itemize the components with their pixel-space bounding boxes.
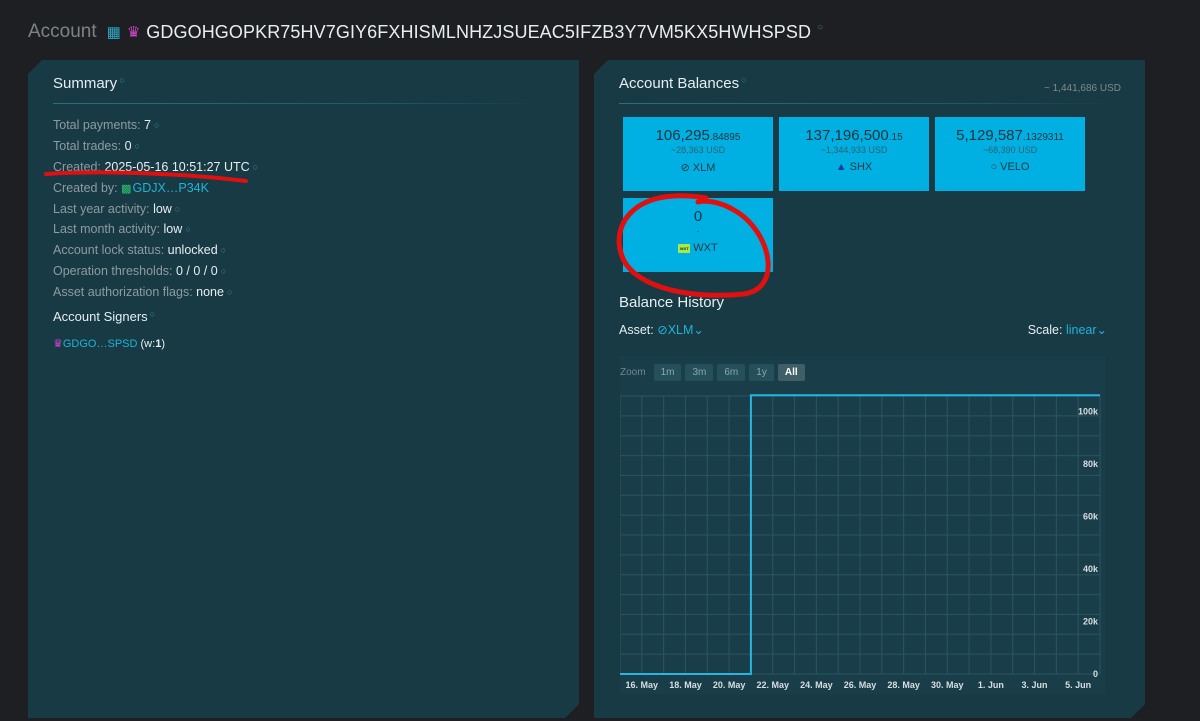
balance-tile-wxt[interactable]: 0 - WXT WXT (623, 198, 773, 272)
tile-code: ○ VELO (990, 161, 1030, 173)
x-tick-label: 5. Jun (1065, 680, 1091, 690)
qr-code-icon[interactable]: ▦ (107, 23, 121, 41)
velo-logo-icon: ○ (990, 161, 998, 173)
signer-link[interactable]: GDGO…SPSD (63, 338, 138, 350)
x-tick-label: 1. Jun (978, 680, 1004, 690)
summary-row-total-payments: Total payments: 7 ○ (53, 118, 160, 132)
zoom-controls: Zoom 1m 3m 6m 1y All (620, 364, 805, 381)
x-tick-label: 26. May (844, 680, 877, 690)
balance-history-title: Balance History (619, 294, 725, 311)
tile-code: ⊘ XLM (680, 161, 716, 174)
scale-selector[interactable]: Scale: linear⌄ (1028, 322, 1107, 337)
summary-list: Total payments: 7 ○ Total trades: 0 ○ Crea… (53, 115, 258, 303)
zoom-1y-button[interactable]: 1y (749, 364, 774, 381)
tile-code: ▲ SHX (835, 161, 873, 173)
info-icon[interactable]: ○ (135, 141, 140, 151)
info-icon[interactable]: ○ (227, 287, 232, 297)
zoom-all-button[interactable]: All (778, 364, 805, 381)
summary-title: Summary ○ (53, 75, 125, 92)
balances-panel: Account Balances ○ ~ 1,441,686 USD 106,29… (594, 60, 1145, 718)
summary-row-created-by: Created by: ▩GDJX…P34K (53, 180, 209, 195)
y-tick-label: 0 (1093, 669, 1098, 679)
balance-tile-shx[interactable]: 137,196,500.15 ~1,344,933 USD ▲ SHX (779, 117, 929, 191)
x-tick-label: 24. May (800, 680, 833, 690)
x-tick-label: 20. May (713, 680, 746, 690)
summary-row-last-year: Last year activity: low ○ (53, 201, 181, 216)
account-id[interactable]: GDGOHGOPKR75HV7GIY6FXHISMLNHZJSUEAC5IFZB… (146, 22, 811, 43)
x-tick-label: 3. Jun (1022, 680, 1048, 690)
tile-amount: 0 (693, 208, 703, 225)
summary-row-auth-flags: Asset authorization flags: none ○ (53, 285, 233, 300)
info-icon[interactable]: ○ (221, 245, 226, 255)
account-label: Account (28, 21, 97, 42)
summary-row-last-month: Last month activity: low ○ (53, 222, 191, 237)
x-tick-label: 16. May (626, 680, 659, 690)
signers-title: Account Signers ○ (53, 309, 156, 324)
account-header: Account ▦ ♛ GDGOHGOPKR75HV7GIY6FXHISMLNH… (28, 18, 823, 46)
xlm-logo-icon: ⊘ (680, 162, 690, 174)
title-divider (53, 103, 543, 104)
balance-history-chart[interactable]: Zoom 1m 3m 6m 1y All 16. May 18. May 20. M… (620, 356, 1105, 694)
summary-row-thresholds: Operation thresholds: 0 / 0 / 0 ○ (53, 264, 227, 279)
y-tick-label: 80k (1083, 459, 1099, 469)
y-tick-label: 60k (1083, 512, 1099, 522)
x-tick-label: 30. May (931, 680, 964, 690)
title-divider (619, 103, 1119, 104)
signer-row: ♛GDGO…SPSD (w:1) (53, 337, 165, 350)
y-tick-label: 100k (1078, 407, 1099, 417)
shx-logo-icon: ▲ (835, 161, 847, 173)
tile-amount: 106,295.84895 (655, 127, 741, 144)
summary-row-lock-status: Account lock status: unlocked ○ (53, 243, 227, 258)
balances-title: Account Balances ○ (619, 75, 747, 92)
balance-tile-xlm[interactable]: 106,295.84895 ~28,363 USD ⊘ XLM (623, 117, 773, 191)
tile-usd: - (696, 226, 700, 236)
tile-usd: ~68,390 USD (982, 145, 1038, 155)
zoom-label: Zoom (620, 367, 646, 378)
tile-amount: 5,129,587.1329311 (956, 127, 1064, 144)
asset-selector[interactable]: Asset: ⊘XLM⌄ (619, 322, 704, 337)
info-icon[interactable]: ○ (175, 204, 180, 214)
summary-panel: Summary ○ Total payments: 7 ○ Total trades… (28, 60, 579, 718)
info-icon[interactable]: ○ (817, 22, 823, 33)
xlm-logo-icon: ⊘ (657, 323, 668, 337)
zoom-1m-button[interactable]: 1m (654, 364, 682, 381)
balance-tile-velo[interactable]: 5,129,587.1329311 ~68,390 USD ○ VELO (935, 117, 1085, 191)
y-tick-label: 20k (1083, 617, 1099, 627)
zoom-3m-button[interactable]: 3m (685, 364, 713, 381)
chevron-down-icon: ⌄ (693, 323, 704, 337)
crown-icon: ♛ (126, 24, 141, 41)
info-icon[interactable]: ○ (154, 120, 159, 130)
info-icon[interactable]: ○ (185, 224, 190, 234)
tile-usd: ~1,344,933 USD (820, 145, 888, 155)
summary-row-created: Created: 2025-05-16 10:51:27 UTC ○ (53, 159, 259, 174)
creator-avatar-icon: ▩ (121, 182, 132, 195)
info-icon[interactable]: ○ (741, 75, 746, 85)
info-icon[interactable]: ○ (253, 162, 258, 172)
y-tick-label: 40k (1083, 564, 1099, 574)
x-tick-label: 28. May (887, 680, 920, 690)
info-icon[interactable]: ○ (150, 309, 155, 319)
chart-svg: 16. May 18. May 20. May 22. May 24. May 26. M… (620, 356, 1105, 694)
x-tick-label: 18. May (669, 680, 702, 690)
chevron-down-icon: ⌄ (1096, 323, 1107, 337)
total-usd: ~ 1,441,686 USD (1044, 83, 1121, 94)
info-icon[interactable]: ○ (119, 75, 124, 85)
wxt-logo-icon: WXT (679, 245, 689, 251)
creator-link[interactable]: GDJX…P34K (133, 181, 209, 195)
zoom-6m-button[interactable]: 6m (717, 364, 745, 381)
signer-weight: (w:1) (140, 338, 165, 350)
summary-row-total-trades: Total trades: 0 ○ (53, 138, 140, 153)
x-tick-label: 22. May (756, 680, 789, 690)
tile-usd: ~28,363 USD (670, 145, 726, 155)
tile-code: WXT WXT (679, 242, 718, 254)
info-icon[interactable]: ○ (221, 266, 226, 276)
tile-amount: 137,196,500.15 (805, 127, 903, 144)
crown-icon: ♛ (53, 338, 63, 350)
